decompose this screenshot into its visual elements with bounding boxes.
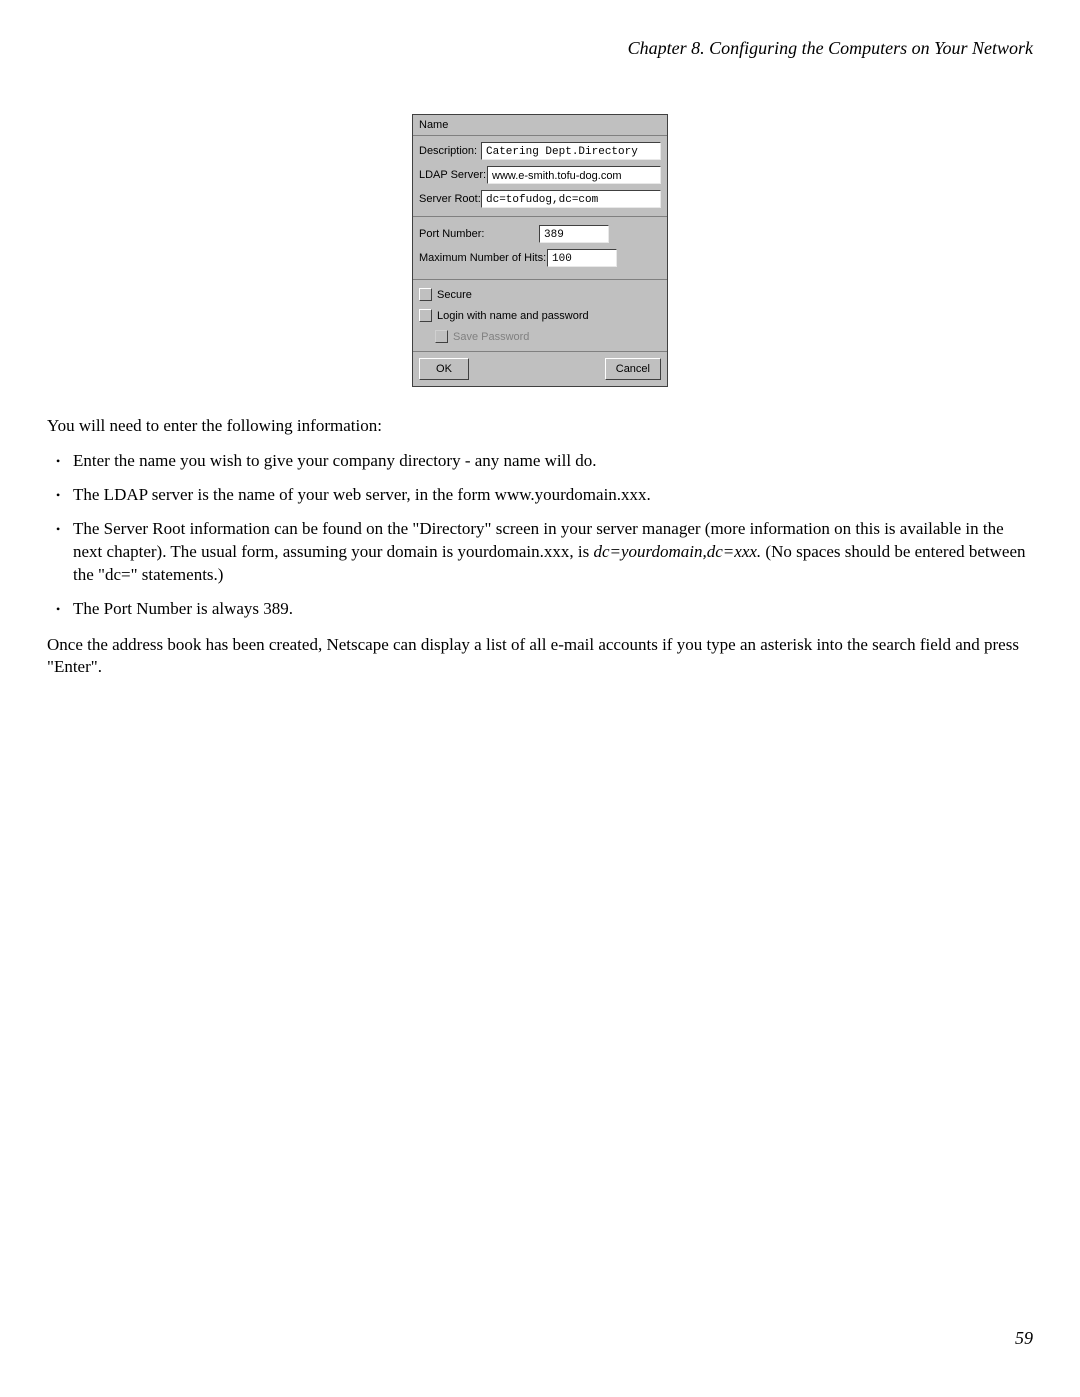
secure-checkbox-label: Secure (437, 289, 472, 301)
name-label: Name (419, 119, 448, 131)
save-password-checkbox-label: Save Password (453, 331, 529, 343)
port-number-label: Port Number: (419, 228, 539, 240)
server-root-label: Server Root: (419, 193, 481, 205)
body-text: You will need to enter the following inf… (47, 415, 1033, 678)
description-input[interactable]: Catering Dept.Directory (481, 142, 661, 160)
login-checkbox-label: Login with name and password (437, 310, 589, 322)
ldap-directory-dialog: Name Description: Catering Dept.Director… (412, 114, 668, 387)
max-hits-label: Maximum Number of Hits: (419, 252, 547, 264)
secure-checkbox[interactable] (419, 288, 432, 301)
max-hits-input[interactable]: 100 (547, 249, 617, 267)
bullet-item: The Server Root information can be found… (47, 518, 1033, 587)
ldap-server-input[interactable]: www.e-smith.tofu-dog.com (487, 166, 661, 184)
server-root-input[interactable]: dc=tofudog,dc=com (481, 190, 661, 208)
cancel-button[interactable]: Cancel (605, 358, 661, 380)
port-number-input[interactable]: 389 (539, 225, 609, 243)
login-checkbox[interactable] (419, 309, 432, 322)
page-number: 59 (1015, 1328, 1033, 1349)
chapter-header: Chapter 8. Configuring the Computers on … (47, 38, 1033, 59)
ldap-server-label: LDAP Server: (419, 169, 487, 181)
ok-button[interactable]: OK (419, 358, 469, 380)
bullet-item: The Port Number is always 389. (47, 598, 1033, 621)
intro-paragraph: You will need to enter the following inf… (47, 415, 1033, 437)
description-label: Description: (419, 145, 481, 157)
bullet-item: The LDAP server is the name of your web … (47, 484, 1033, 507)
outro-paragraph: Once the address book has been created, … (47, 634, 1033, 678)
bullet-item: Enter the name you wish to give your com… (47, 450, 1033, 473)
save-password-checkbox (435, 330, 448, 343)
